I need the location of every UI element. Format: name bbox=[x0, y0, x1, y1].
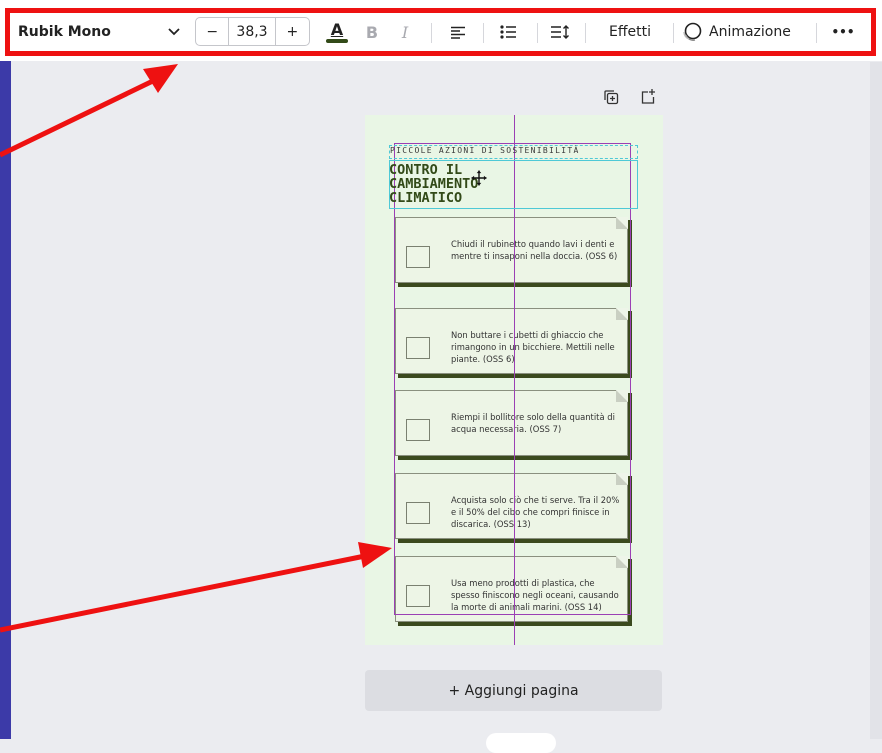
list-button[interactable] bbox=[497, 13, 519, 51]
animate-icon bbox=[683, 22, 702, 41]
annotation-arrow bbox=[0, 542, 392, 633]
separator bbox=[537, 23, 538, 43]
spacing-button[interactable] bbox=[547, 13, 573, 51]
separator bbox=[673, 23, 674, 43]
page-subtitle[interactable]: PICCOLE AZIONI DI SOSTENIBILITÀ bbox=[390, 146, 580, 155]
font-family-dropdown[interactable]: Rubik Mono bbox=[14, 13, 184, 51]
page-controls-pill[interactable] bbox=[486, 733, 556, 753]
more-options-button[interactable]: ••• bbox=[828, 13, 858, 51]
font-family-value: Rubik Mono bbox=[18, 24, 111, 40]
right-edge bbox=[870, 62, 882, 739]
font-size-increase-button[interactable]: + bbox=[276, 18, 309, 45]
text-color-button[interactable]: A bbox=[325, 13, 349, 51]
add-page-button[interactable]: + Aggiungi pagina bbox=[365, 670, 662, 711]
chevron-down-icon bbox=[168, 26, 180, 39]
align-left-icon bbox=[451, 26, 465, 39]
align-button[interactable] bbox=[447, 13, 469, 51]
font-size-decrease-button[interactable]: − bbox=[196, 18, 230, 45]
group-selection-outline bbox=[394, 143, 631, 615]
bulleted-list-icon bbox=[499, 25, 516, 39]
left-panel-edge bbox=[0, 0, 11, 739]
animation-button[interactable]: Animazione bbox=[681, 13, 811, 51]
separator bbox=[431, 23, 432, 43]
page-title[interactable]: CONTRO IL CAMBIAMENTO CLIMATICO bbox=[389, 163, 478, 205]
bold-button[interactable]: B bbox=[362, 13, 382, 51]
line-spacing-icon bbox=[551, 25, 569, 39]
separator bbox=[816, 23, 817, 43]
add-page-icon[interactable] bbox=[640, 88, 656, 104]
move-cursor-icon bbox=[471, 170, 487, 186]
text-toolbar: Rubik Mono − 38,3 + A B I Effetti Animaz… bbox=[5, 8, 876, 56]
font-size-input[interactable]: 38,3 bbox=[229, 18, 276, 45]
text-color-swatch bbox=[326, 38, 348, 43]
separator bbox=[483, 23, 484, 43]
italic-button[interactable]: I bbox=[395, 13, 415, 51]
text-color-icon: A bbox=[330, 19, 344, 39]
duplicate-page-icon[interactable] bbox=[603, 89, 619, 105]
effects-button[interactable]: Effetti bbox=[600, 13, 660, 51]
font-size-stepper: − 38,3 + bbox=[195, 17, 310, 46]
separator bbox=[585, 23, 586, 43]
animation-label: Animazione bbox=[709, 24, 791, 40]
annotation-arrow bbox=[0, 64, 178, 158]
